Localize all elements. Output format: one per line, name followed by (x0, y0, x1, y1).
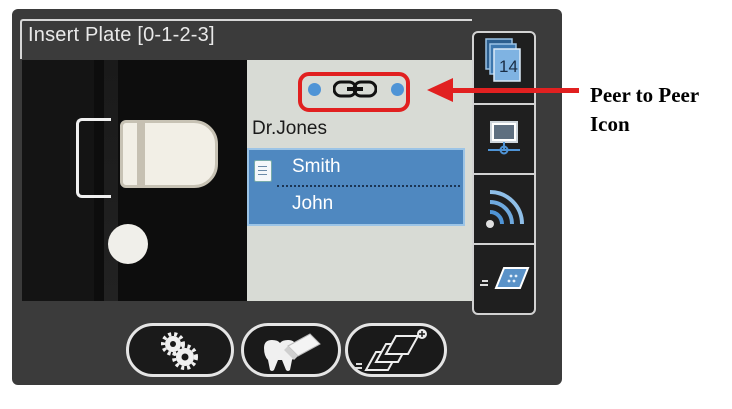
name-separator (277, 185, 460, 187)
add-plates-button[interactable] (345, 323, 447, 377)
toolbar-divider (472, 173, 536, 175)
patient-first-name: John (292, 193, 334, 214)
wifi-button[interactable] (474, 176, 534, 242)
tooth-image (120, 120, 218, 188)
settings-gears-icon (161, 332, 198, 370)
settings-button[interactable] (126, 323, 234, 377)
callout-line-2: Icon (590, 112, 630, 136)
doctor-name: Dr.Jones (252, 118, 327, 139)
plate-bracket (76, 118, 111, 198)
callout-label: Peer to Peer Icon (590, 81, 699, 139)
patient-last-name: Smith (292, 156, 341, 177)
peer-highlight-outline (298, 72, 410, 112)
callout-arrow-line (449, 88, 579, 93)
add-plates-icon (354, 329, 427, 371)
toolbar-divider (472, 243, 536, 245)
image-artifact (108, 224, 148, 264)
erase-button[interactable] (241, 323, 341, 377)
monitor-network-button[interactable] (474, 106, 534, 172)
patient-list-item[interactable] (247, 148, 465, 226)
callout-arrow-head (427, 78, 453, 102)
scan-plate-icon (480, 267, 530, 289)
window-title: Insert Plate [0-1-2-3] (28, 24, 215, 46)
monitor-network-icon (488, 121, 520, 155)
callout-line-1: Peer to Peer (590, 83, 700, 107)
wifi-signal-icon (486, 190, 524, 228)
document-icon (254, 160, 272, 182)
scan-plate-button[interactable] (474, 246, 534, 312)
tooth-eraser-icon (264, 333, 321, 371)
image-counter: 14 (499, 57, 518, 76)
toolbar-divider (472, 103, 536, 105)
